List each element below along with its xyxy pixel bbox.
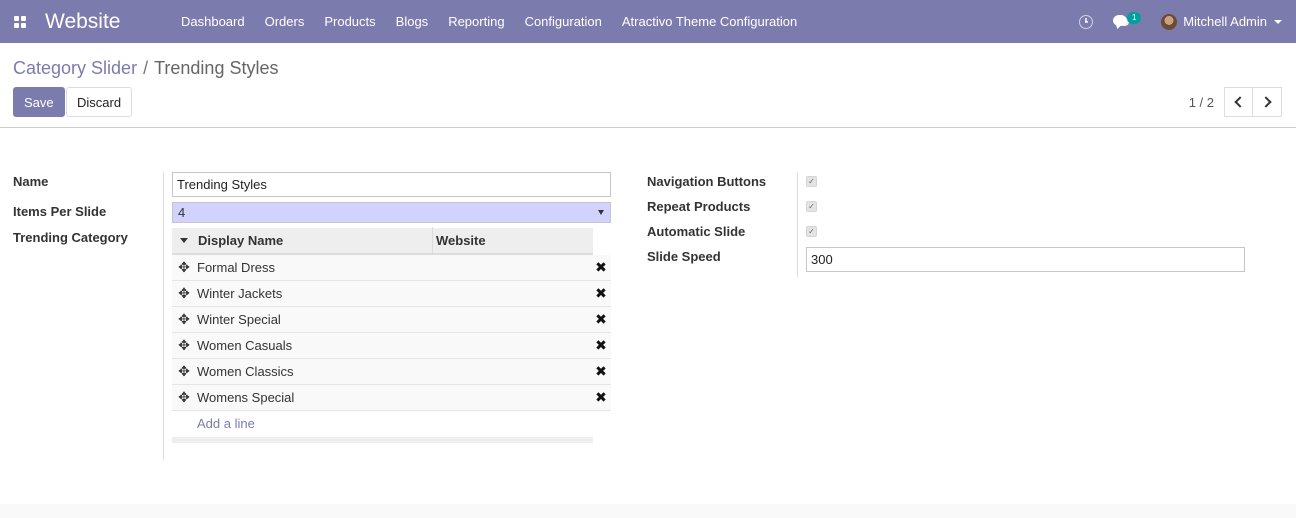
table-row[interactable]: ✥ Winter Jackets ✖ — [172, 281, 611, 307]
apps-grid-icon[interactable] — [0, 0, 40, 43]
form-bottom-band — [0, 504, 1296, 518]
repeat-products-label: Repeat Products — [647, 199, 751, 214]
items-per-slide-value: 4 — [178, 205, 186, 220]
user-menu[interactable]: Mitchell Admin — [1161, 13, 1282, 30]
arrows-move-icon[interactable]: ✥ — [172, 259, 196, 276]
automatic-slide-label: Automatic Slide — [647, 224, 746, 239]
arrows-move-icon[interactable]: ✥ — [172, 363, 196, 380]
user-name: Mitchell Admin — [1183, 14, 1267, 29]
menu-item-dashboard[interactable]: Dashboard — [173, 0, 255, 43]
main-menu: Dashboard Orders Products Blogs Reportin… — [173, 0, 807, 43]
control-panel-divider — [0, 127, 1296, 128]
caret-down-icon — [1274, 19, 1282, 24]
right-group-divider — [797, 172, 798, 277]
row-display-name: Womens Special — [197, 390, 295, 405]
row-display-name: Winter Jackets — [197, 286, 283, 301]
menu-item-reporting[interactable]: Reporting — [438, 0, 514, 43]
name-label: Name — [13, 174, 49, 189]
repeat-products-checkbox[interactable]: ✓ — [806, 201, 817, 212]
close-icon[interactable]: ✖ — [591, 259, 611, 276]
breadcrumb-parent-link[interactable]: Category Slider — [13, 58, 137, 79]
row-display-name: Women Casuals — [197, 338, 293, 353]
close-icon[interactable]: ✖ — [591, 311, 611, 328]
automatic-slide-checkbox[interactable]: ✓ — [806, 226, 817, 237]
table-row[interactable]: ✥ Women Classics ✖ — [172, 359, 611, 385]
add-a-line-link[interactable]: Add a line — [172, 411, 611, 437]
menu-item-orders[interactable]: Orders — [255, 0, 315, 43]
arrows-move-icon[interactable]: ✥ — [172, 337, 196, 354]
navigation-buttons-checkbox[interactable]: ✓ — [806, 176, 817, 187]
table-row[interactable]: ✥ Women Casuals ✖ — [172, 333, 611, 359]
sort-caret-icon[interactable] — [172, 238, 196, 243]
dropdown-arrow-icon — [598, 210, 604, 215]
table-row[interactable]: ✥ Formal Dress ✖ — [172, 255, 611, 281]
row-display-name: Women Classics — [197, 364, 294, 379]
pager-value[interactable]: 1 / 2 — [1189, 95, 1214, 110]
items-per-slide-select[interactable]: 4 — [172, 202, 611, 223]
breadcrumb-separator: / — [143, 58, 149, 78]
app-name[interactable]: Website — [45, 10, 173, 34]
menu-item-products[interactable]: Products — [314, 0, 385, 43]
save-button[interactable]: Save — [13, 87, 65, 117]
pager-next-button[interactable] — [1253, 87, 1282, 117]
pager-previous-button[interactable] — [1224, 87, 1253, 117]
navbar-systray: 1 Mitchell Admin — [1079, 0, 1296, 43]
column-header-display-name[interactable]: Display Name — [196, 227, 432, 254]
row-display-name: Formal Dress — [197, 260, 276, 275]
menu-item-atractivo-theme-configuration[interactable]: Atractivo Theme Configuration — [612, 0, 807, 43]
list-footer — [172, 437, 593, 443]
pager: 1 / 2 — [1189, 87, 1282, 117]
slide-speed-label: Slide Speed — [647, 249, 721, 264]
avatar — [1161, 13, 1178, 30]
row-display-name: Winter Special — [197, 312, 281, 327]
menu-item-blogs[interactable]: Blogs — [386, 0, 439, 43]
table-row[interactable]: ✥ Womens Special ✖ — [172, 385, 611, 411]
message-count-badge: 1 — [1127, 12, 1142, 24]
arrows-move-icon[interactable]: ✥ — [172, 311, 196, 328]
navigation-buttons-label: Navigation Buttons — [647, 174, 767, 189]
trending-category-label: Trending Category — [13, 230, 128, 245]
arrows-move-icon[interactable]: ✥ — [172, 389, 196, 406]
clock-icon[interactable] — [1079, 14, 1094, 29]
discard-button[interactable]: Discard — [66, 87, 133, 117]
items-per-slide-label: Items Per Slide — [13, 204, 107, 219]
table-row[interactable]: ✥ Winter Special ✖ — [172, 307, 611, 333]
chevron-right-icon — [1259, 96, 1272, 108]
close-icon[interactable]: ✖ — [591, 285, 611, 302]
menu-item-configuration[interactable]: Configuration — [515, 0, 612, 43]
breadcrumb: Category Slider / Trending Styles — [13, 58, 278, 79]
arrows-move-icon[interactable]: ✥ — [172, 285, 196, 302]
column-header-website[interactable]: Website — [432, 227, 593, 254]
chevron-left-icon — [1234, 96, 1246, 108]
close-icon[interactable]: ✖ — [591, 363, 611, 380]
list-header: Display Name Website — [172, 227, 593, 255]
breadcrumb-current: Trending Styles — [154, 58, 279, 78]
top-navbar: Website Dashboard Orders Products Blogs … — [0, 0, 1296, 43]
close-icon[interactable]: ✖ — [591, 389, 611, 406]
slide-speed-field[interactable] — [806, 247, 1245, 272]
name-field[interactable] — [172, 172, 611, 197]
left-group-divider — [163, 172, 164, 460]
close-icon[interactable]: ✖ — [591, 337, 611, 354]
trending-category-list: Display Name Website ✥ Formal Dress ✖ ✥ … — [172, 227, 611, 443]
messages-button[interactable]: 1 — [1113, 0, 1151, 43]
